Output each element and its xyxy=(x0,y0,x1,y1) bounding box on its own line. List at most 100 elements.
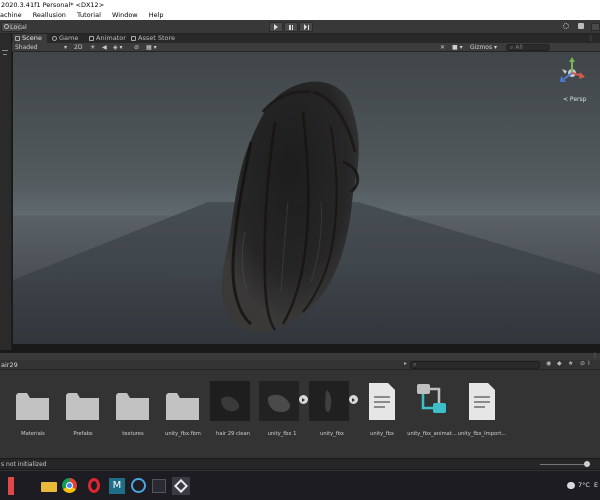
menu-item-machine[interactable]: achine xyxy=(0,10,22,20)
tab-game[interactable]: Game xyxy=(50,34,82,43)
hash-icon xyxy=(15,36,20,41)
tab-scene-label: Scene xyxy=(22,34,42,42)
weather-icon[interactable] xyxy=(567,482,575,489)
opera-icon[interactable] xyxy=(85,477,103,495)
account-button[interactable] xyxy=(575,22,587,32)
opera-shape xyxy=(88,478,100,493)
asset-item[interactable]: hair 29 clean xyxy=(210,379,256,453)
asset-item[interactable]: unity_fbx.fbm xyxy=(160,379,206,453)
shading-mode-dropdown[interactable]: Shaded ▾ xyxy=(15,43,70,52)
folder-icon xyxy=(166,393,199,420)
folder-icon xyxy=(16,393,49,420)
app-c-icon[interactable] xyxy=(130,477,148,495)
gizmo-x-cone[interactable] xyxy=(579,72,585,79)
hidden-packages-icon[interactable]: ⊘ xyxy=(580,360,585,367)
expand-prefab-button[interactable] xyxy=(299,395,308,404)
gizmo-y-cone[interactable] xyxy=(569,57,575,62)
scene-viewport[interactable]: < Persp xyxy=(13,52,600,344)
audio-icon: ◀ xyxy=(102,44,107,51)
tab-asset-store[interactable]: Asset Store xyxy=(129,34,181,43)
scene-search-input[interactable]: ⌕ All xyxy=(506,44,550,51)
menu-item-reallusion[interactable]: Reallusion xyxy=(33,10,66,20)
menu-item-window[interactable]: Window xyxy=(112,10,138,20)
fx-toggle[interactable]: ◈ ▾ xyxy=(113,43,131,52)
lighting-toggle[interactable]: ☀ xyxy=(90,43,98,52)
scene-tab-bar: Scene Game Animator Asset Store ⋮ xyxy=(12,34,600,43)
game-icon xyxy=(52,36,57,41)
toggle-2d-label: 2D xyxy=(74,44,83,51)
favorite-icon[interactable]: ★ xyxy=(568,360,573,367)
orientation-gizmo[interactable] xyxy=(558,57,586,95)
asset-item[interactable]: Materials xyxy=(10,379,56,453)
chevron-down-icon: ▾ xyxy=(494,44,498,51)
breadcrumb[interactable]: air29 xyxy=(1,361,18,369)
fx-icon: ◈ ▾ xyxy=(113,44,123,51)
tab-animator[interactable]: Animator xyxy=(87,34,129,43)
project-search-input[interactable]: ⌕ xyxy=(410,361,540,369)
status-message: s not initialized xyxy=(1,461,47,468)
thumbnail-size-slider[interactable] xyxy=(540,461,590,467)
gear-icon xyxy=(562,23,569,29)
slider-handle[interactable] xyxy=(584,461,590,467)
panel-menu-icon[interactable]: ⋮ xyxy=(592,352,598,359)
pivot-local-toggle[interactable]: Local xyxy=(1,22,27,32)
projection-label[interactable]: < Persp xyxy=(563,96,586,103)
asset-item[interactable]: unity_fbx xyxy=(309,379,355,453)
menu-item-help[interactable]: Help xyxy=(149,10,164,20)
gizmos-label: Gizmos xyxy=(470,44,493,51)
hidden-count-label: I xyxy=(588,360,590,367)
asset-item[interactable]: unity_fbx_Import... xyxy=(458,379,506,453)
audio-toggle[interactable]: ◀ xyxy=(102,43,110,52)
create-dropdown-icon[interactable]: ▸ xyxy=(404,360,407,367)
gizmo-neg-x-cone[interactable] xyxy=(562,69,567,74)
os-taskbar: M 7°C E xyxy=(0,470,600,500)
tools-settings-button[interactable]: ✕ xyxy=(440,43,450,52)
temperature-label[interactable]: 7°C xyxy=(578,481,590,489)
window-title-bar: 2020.3.41f1 Personal* <DX12> xyxy=(0,0,600,10)
window-title: 2020.3.41f1 Personal* <DX12> xyxy=(1,1,105,9)
eye-icon: ⊘ xyxy=(134,44,140,51)
animator-controller-icon xyxy=(417,384,446,413)
unity-icon[interactable] xyxy=(172,477,190,495)
asset-item[interactable]: unity_fbx_animat... xyxy=(407,379,457,453)
play-button[interactable] xyxy=(269,22,283,32)
asset-item[interactable]: unity_fbx xyxy=(359,379,405,453)
chrome-center xyxy=(66,482,73,489)
layers-button[interactable] xyxy=(591,23,600,31)
tab-scene[interactable]: Scene xyxy=(13,34,47,43)
scene-view-controls: Shaded ▾ 2D ☀ ◀ ◈ ▾ ⊘ ▦ ▾ ✕ ■ ▾ Gizmos ▾… xyxy=(12,43,600,52)
asset-item[interactable]: unity_fbx 1 xyxy=(259,379,305,453)
wrench-icon: ✕ xyxy=(440,44,446,51)
filter-by-type-icon[interactable]: ◉ xyxy=(546,360,551,367)
step-icon-bar xyxy=(307,25,309,30)
app-dark-icon[interactable] xyxy=(150,477,168,495)
asset-item[interactable]: textures xyxy=(110,379,156,453)
filter-by-label-icon[interactable]: ◆ xyxy=(557,360,562,367)
shading-mode-value: Shaded xyxy=(15,44,38,51)
chrome-icon[interactable] xyxy=(61,477,79,495)
toggle-2d-button[interactable]: 2D xyxy=(74,43,86,52)
expand-prefab-button[interactable] xyxy=(349,395,358,404)
hierarchy-collapsed-strip[interactable] xyxy=(0,34,12,350)
tab-animator-label: Animator xyxy=(96,34,126,42)
language-indicator[interactable]: E xyxy=(594,481,598,489)
search-icon: ⌕ xyxy=(413,361,417,368)
hidden-objects-toggle[interactable]: ⊘ xyxy=(134,43,143,52)
services-gear-button[interactable] xyxy=(560,22,571,32)
menu-item-tutorial[interactable]: Tutorial xyxy=(77,10,101,20)
file-explorer-icon[interactable] xyxy=(40,477,58,495)
asset-label: unity_fbx_animat... xyxy=(407,431,457,437)
tab-menu-icon[interactable]: ⋮ xyxy=(588,35,594,42)
grid-toggle[interactable]: ▦ ▾ xyxy=(146,43,162,52)
app-m-icon[interactable]: M xyxy=(108,477,126,495)
collapse-arrow-icon xyxy=(3,54,7,60)
step-button[interactable] xyxy=(299,22,313,32)
asset-grid: Materials Prefabs textures unity_fbx.fbm… xyxy=(0,370,600,458)
start-icon[interactable] xyxy=(8,477,14,495)
step-icon xyxy=(303,24,307,30)
asset-item[interactable]: Prefabs xyxy=(60,379,106,453)
camera-settings-dropdown[interactable]: ■ ▾ xyxy=(452,43,468,52)
gizmos-dropdown[interactable]: Gizmos ▾ xyxy=(470,43,504,52)
pause-button[interactable] xyxy=(284,22,298,32)
asset-label: textures xyxy=(122,431,144,437)
